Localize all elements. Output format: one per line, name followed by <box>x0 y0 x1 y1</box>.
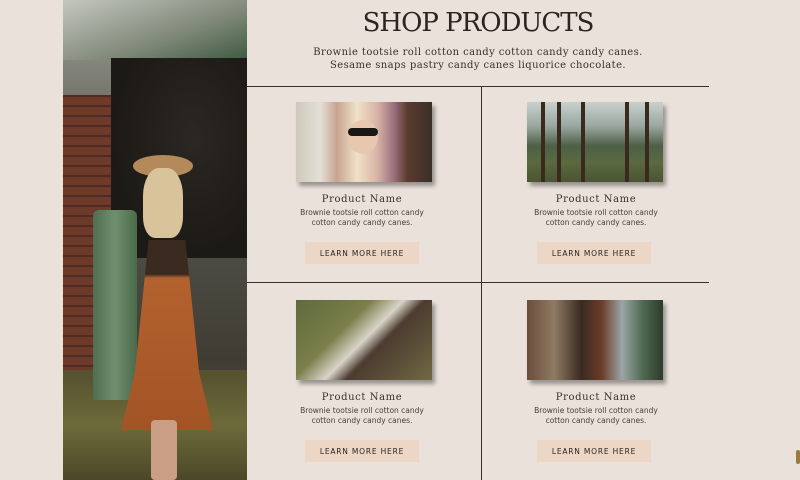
product-name[interactable]: Product Name <box>481 392 711 403</box>
tree-shape <box>625 102 629 182</box>
green-bin-shape <box>93 210 137 400</box>
learn-more-button[interactable]: LEARN MORE HERE <box>305 242 419 264</box>
description-line: cotton candy candy canes. <box>311 218 413 227</box>
description-line: Brownie tootsie roll cotton candy <box>534 208 658 217</box>
learn-more-button[interactable]: LEARN MORE HERE <box>537 440 651 462</box>
edge-marker <box>796 450 800 464</box>
product-photo[interactable] <box>296 300 432 380</box>
product-photo[interactable] <box>296 102 432 182</box>
product-card: Product Name Brownie tootsie roll cotton… <box>481 86 711 282</box>
learn-more-button[interactable]: LEARN MORE HERE <box>537 242 651 264</box>
product-name[interactable]: Product Name <box>481 194 711 205</box>
shop-header: SHOP PRODUCTS Brownie tootsie roll cotto… <box>247 0 709 86</box>
face-shape <box>348 120 378 154</box>
roof-shape <box>63 0 247 60</box>
product-description: Brownie tootsie roll cotton candy cotton… <box>287 208 437 228</box>
description-line: cotton candy candy canes. <box>545 218 647 227</box>
tree-shape <box>581 102 585 182</box>
legs-shape <box>151 420 177 480</box>
tree-shape <box>557 102 561 182</box>
description-line: Brownie tootsie roll cotton candy <box>300 406 424 415</box>
product-description: Brownie tootsie roll cotton candy cotton… <box>521 406 671 426</box>
page-title: SHOP PRODUCTS <box>362 8 595 38</box>
tree-shape <box>645 102 649 182</box>
description-line: cotton candy candy canes. <box>545 416 647 425</box>
product-card: Product Name Brownie tootsie roll cotton… <box>481 282 711 480</box>
product-description: Brownie tootsie roll cotton candy cotton… <box>287 406 437 426</box>
description-line: cotton candy candy canes. <box>311 416 413 425</box>
product-photo[interactable] <box>527 102 663 182</box>
product-card: Product Name Brownie tootsie roll cotton… <box>247 86 477 282</box>
product-name[interactable]: Product Name <box>247 392 477 403</box>
product-name[interactable]: Product Name <box>247 194 477 205</box>
sunglasses-shape <box>348 128 378 136</box>
product-card: Product Name Brownie tootsie roll cotton… <box>247 282 477 480</box>
product-description: Brownie tootsie roll cotton candy cotton… <box>521 208 671 228</box>
learn-more-button[interactable]: LEARN MORE HERE <box>305 440 419 462</box>
description-line: Brownie tootsie roll cotton candy <box>534 406 658 415</box>
tree-shape <box>541 102 545 182</box>
description-line: Brownie tootsie roll cotton candy <box>300 208 424 217</box>
hair-shape <box>143 168 183 238</box>
page-subtitle-line-1: Brownie tootsie roll cotton candy cotton… <box>313 47 643 58</box>
product-grid: Product Name Brownie tootsie roll cotton… <box>247 86 709 480</box>
hero-photo-woman-in-dress <box>63 0 247 480</box>
page-subtitle-line-2: Sesame snaps pastry candy canes liquoric… <box>330 60 626 71</box>
product-photo[interactable] <box>527 300 663 380</box>
